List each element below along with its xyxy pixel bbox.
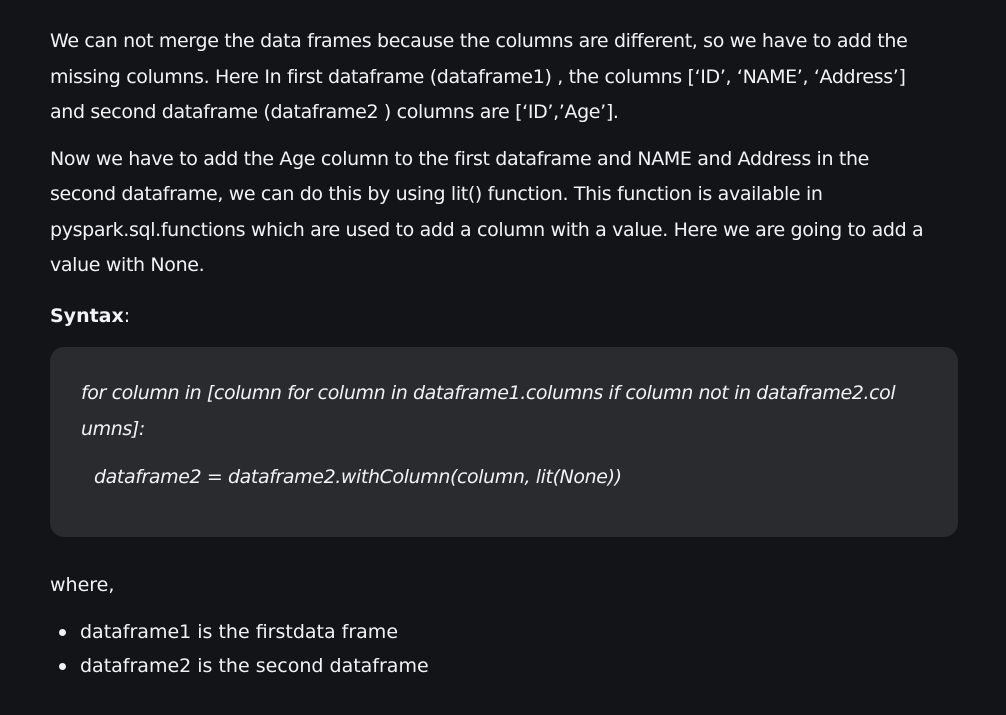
- syntax-code-block: for column in [column for column in data…: [50, 346, 958, 537]
- code-line-1a: for column in [column for column in data…: [81, 381, 896, 404]
- syntax-label: Syntax: [50, 304, 124, 327]
- code-line-1: for column in [column for column in data…: [81, 375, 938, 447]
- explanation-line-4: value with None.: [50, 254, 205, 276]
- intro-line-3: and second dataframe (dataframe2 ) colum…: [50, 101, 619, 123]
- syntax-colon: :: [123, 304, 131, 327]
- definition-list: dataframe1 is the firstdata frame datafr…: [50, 615, 960, 683]
- bullet-icon: [59, 628, 66, 636]
- explanation-line-2: second dataframe, we can do this by usin…: [50, 183, 823, 205]
- bullet-icon: [59, 662, 66, 670]
- code-line-1b: umns]:: [81, 417, 145, 440]
- intro-line-1: We can not merge the data frames because…: [50, 30, 908, 52]
- intro-line-2: missing columns. Here In first dataframe…: [50, 65, 906, 88]
- list-item-text: dataframe2 is the second dataframe: [80, 654, 429, 677]
- article-content: We can not merge the data frames because…: [50, 24, 960, 683]
- list-item-text: dataframe1 is the firstdata frame: [80, 620, 399, 643]
- list-item: dataframe1 is the firstdata frame: [50, 615, 960, 649]
- where-label: where,: [50, 573, 115, 596]
- explanation-line-3: pyspark.sql.functions which are used to …: [50, 218, 924, 241]
- syntax-heading: Syntax:: [50, 298, 960, 334]
- list-item: dataframe2 is the second dataframe: [50, 649, 960, 683]
- code-line-2: dataframe2 = dataframe2.withColumn(colum…: [94, 465, 622, 488]
- intro-paragraph: We can not merge the data frames because…: [50, 24, 960, 131]
- explanation-line-1: Now we have to add the Age column to the…: [50, 147, 869, 170]
- explanation-paragraph: Now we have to add the Age column to the…: [50, 142, 960, 284]
